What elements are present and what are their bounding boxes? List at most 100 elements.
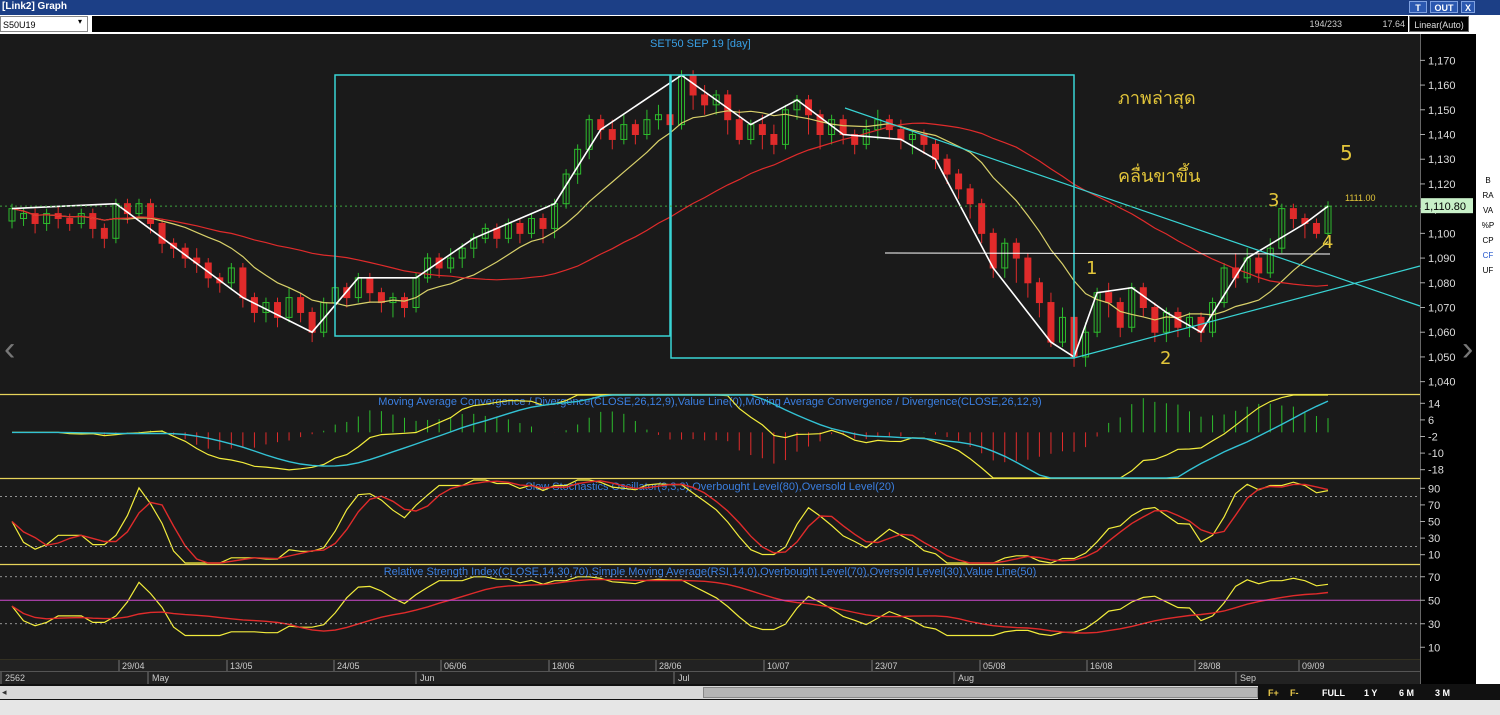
price-tick-label: 1,060 xyxy=(1428,327,1456,339)
candle-body xyxy=(735,119,743,140)
backward-button[interactable]: F- xyxy=(1290,688,1299,698)
sidebar-item-cf[interactable]: CF xyxy=(1477,251,1499,260)
indicator-tick-label: 14 xyxy=(1428,398,1440,410)
spread-value: 17.64 xyxy=(1382,19,1405,29)
scroll-left-icon[interactable]: ◂ xyxy=(2,687,7,698)
indicator-title: Moving Average Convergence / Divergence(… xyxy=(378,396,1041,408)
candle-body xyxy=(1255,257,1263,274)
toolbar-info-bar xyxy=(92,16,1408,32)
month-label: May xyxy=(152,673,170,683)
candle-body xyxy=(932,143,940,160)
toolbar-arrow[interactable] xyxy=(1470,17,1496,31)
window-titlebar: [Link2] Graph T OUT X xyxy=(0,0,1500,15)
candle-body xyxy=(1024,257,1032,284)
chart-canvas: 1,1701,1601,1501,1401,1301,1201,1101,100… xyxy=(0,34,1476,684)
candle-body xyxy=(1289,208,1297,220)
date-label: 10/07 xyxy=(767,661,790,671)
candle-body xyxy=(539,218,547,229)
sidebar-item-va[interactable]: VA xyxy=(1477,206,1499,215)
next-arrow-icon[interactable]: › xyxy=(1462,330,1473,369)
price-tick-label: 1,100 xyxy=(1428,228,1456,240)
annotation-label: 3 xyxy=(1268,190,1279,211)
candle-body xyxy=(701,94,709,106)
status-strip xyxy=(0,700,1500,715)
candle-body xyxy=(897,129,905,140)
indicator-tick-label: 70 xyxy=(1428,572,1440,584)
date-label: 24/05 xyxy=(337,661,360,671)
date-label: 09/09 xyxy=(1302,661,1325,671)
month-label: Sep xyxy=(1240,673,1256,683)
date-label: 13/05 xyxy=(230,661,253,671)
month-label: Jun xyxy=(420,673,435,683)
range-3m-button[interactable]: 3 M xyxy=(1435,688,1450,698)
candle-body xyxy=(400,297,408,309)
scrollbar-thumb[interactable] xyxy=(703,687,1258,698)
price-tick-label: 1,160 xyxy=(1428,80,1456,92)
range-full-button[interactable]: FULL xyxy=(1322,688,1345,698)
candle-body xyxy=(955,173,963,190)
candle-body xyxy=(978,203,986,234)
indicator-tick-label: 6 xyxy=(1428,415,1434,427)
indicator-tick-label: -10 xyxy=(1428,448,1444,460)
candle-body xyxy=(770,134,778,145)
indicator-tick-label: 30 xyxy=(1428,533,1440,545)
candle-body xyxy=(943,158,951,175)
sidebar-item-cp[interactable]: CP xyxy=(1477,236,1499,245)
candle-body xyxy=(100,227,108,239)
date-label: 18/06 xyxy=(552,661,575,671)
date-label: 23/07 xyxy=(875,661,898,671)
candle-body xyxy=(1047,302,1055,343)
candle-body xyxy=(1012,242,1020,259)
sidebar-item-b[interactable]: B xyxy=(1477,176,1499,185)
month-label: Jul xyxy=(678,673,690,683)
annotation-label: 5 xyxy=(1340,141,1353,165)
indicator-tick-label: 10 xyxy=(1428,550,1440,562)
date-label: 28/06 xyxy=(659,661,682,671)
out-button[interactable]: OUT xyxy=(1430,1,1458,13)
indicator-tick-label: 10 xyxy=(1428,642,1440,654)
symbol-input[interactable]: S50U19 xyxy=(0,16,88,32)
range-6m-button[interactable]: 6 M xyxy=(1399,688,1414,698)
candle-body xyxy=(608,129,616,140)
candle-body xyxy=(89,213,97,229)
annotation-label: 1 xyxy=(1086,258,1097,279)
date-label: 05/08 xyxy=(983,661,1006,671)
forward-button[interactable]: F+ xyxy=(1268,688,1279,698)
scale-select[interactable]: Linear(Auto) xyxy=(1409,16,1469,32)
t-button[interactable]: T xyxy=(1409,1,1427,13)
candle-body xyxy=(366,277,374,294)
price-tick-label: 1,150 xyxy=(1428,105,1456,117)
range-1y-button[interactable]: 1 Y xyxy=(1364,688,1377,698)
indicator-tick-label: -18 xyxy=(1428,465,1444,477)
annotation-label: 2 xyxy=(1160,348,1171,369)
candle-body xyxy=(66,218,74,224)
price-tick-label: 1,140 xyxy=(1428,130,1456,142)
annotation-label: 4 xyxy=(1322,232,1333,253)
indicator-tick-label: -2 xyxy=(1428,432,1438,444)
date-label: 06/06 xyxy=(444,661,467,671)
plot-area xyxy=(0,34,1420,684)
date-label: 28/08 xyxy=(1198,661,1221,671)
close-icon[interactable]: X xyxy=(1461,1,1475,13)
sidebar-item-pctp[interactable]: %P xyxy=(1477,221,1499,230)
date-label: 29/04 xyxy=(122,661,145,671)
sidebar-item-ra[interactable]: RA xyxy=(1477,191,1499,200)
annotation-label: ภาพล่าสุด xyxy=(1118,88,1196,109)
price-tick-label: 1,130 xyxy=(1428,154,1456,166)
indicator-tick-label: 90 xyxy=(1428,483,1440,495)
price-tick-label: 1,070 xyxy=(1428,303,1456,315)
price-tick-label: 1,090 xyxy=(1428,253,1456,265)
date-label: 16/08 xyxy=(1090,661,1113,671)
chevron-down-icon[interactable]: ▾ xyxy=(78,17,82,26)
candle-body xyxy=(631,124,639,136)
indicator-tick-label: 70 xyxy=(1428,500,1440,512)
window-title: [Link2] Graph xyxy=(2,1,68,12)
sidebar-item-uf[interactable]: UF xyxy=(1477,266,1499,275)
prev-arrow-icon[interactable]: ‹ xyxy=(4,330,15,369)
candle-body xyxy=(1035,282,1043,304)
price-tick-label: 1,040 xyxy=(1428,377,1456,389)
candle-body xyxy=(1312,222,1320,234)
price-tick-label: 1,080 xyxy=(1428,278,1456,290)
chart-title: SET50 SEP 19 [day] xyxy=(650,38,751,50)
indicator-tick-label: 30 xyxy=(1428,619,1440,631)
